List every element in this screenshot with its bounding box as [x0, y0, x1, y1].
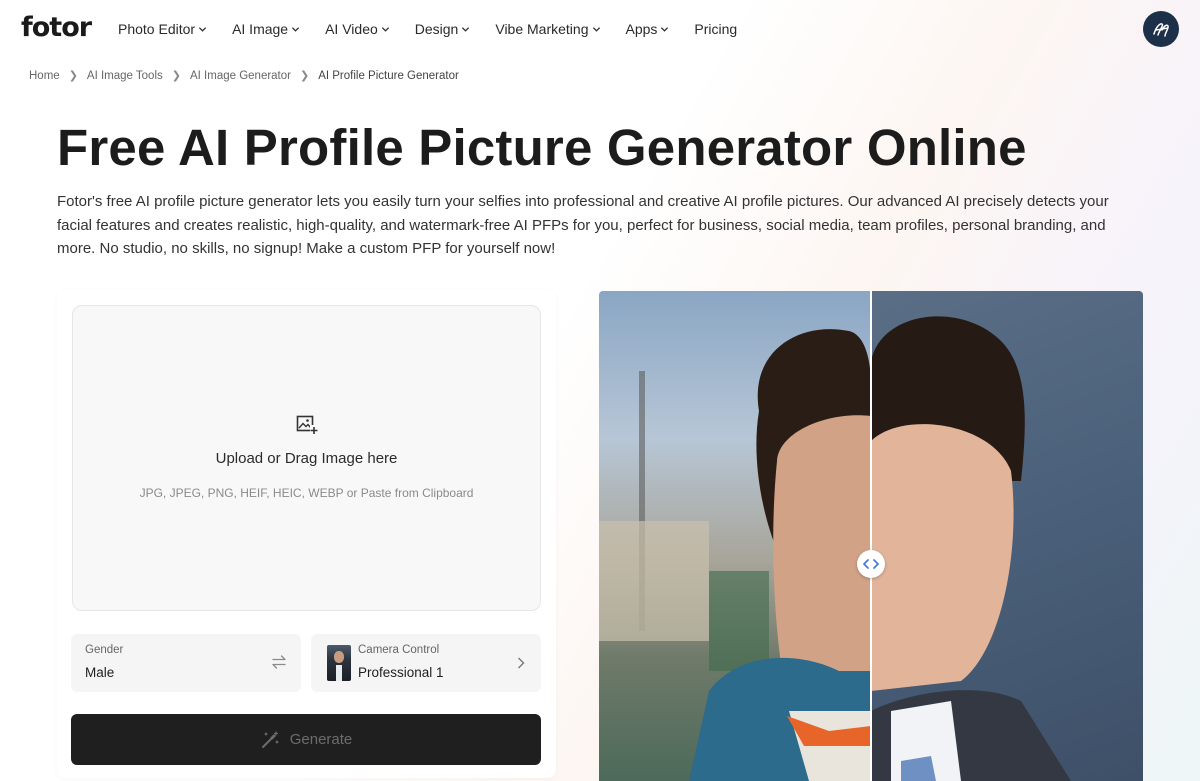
- nav-label: Pricing: [694, 21, 738, 37]
- page-title: Free AI Profile Picture Generator Online: [57, 119, 1027, 176]
- nav-label: Design: [414, 21, 459, 37]
- compare-slider-icon[interactable]: [857, 550, 885, 578]
- chevron-right-icon: ❯: [299, 70, 310, 82]
- nav-label: AI Image: [232, 21, 289, 37]
- breadcrumb-ai-image-generator[interactable]: AI Image Generator: [190, 70, 291, 82]
- after-image: [871, 291, 1143, 781]
- generate-label: Generate: [289, 731, 353, 748]
- nav-label: Apps: [625, 21, 658, 37]
- before-after-comparison[interactable]: [599, 291, 1143, 781]
- nav-label: Vibe Marketing: [495, 21, 589, 37]
- chevron-down-icon: [661, 26, 669, 32]
- gender-selector[interactable]: Gender Male: [71, 634, 301, 692]
- upload-title: Upload or Drag Image here: [215, 450, 398, 467]
- nav-ai-image[interactable]: AI Image: [232, 21, 300, 37]
- main-nav: Photo Editor AI Image AI Video Design Vi…: [118, 0, 762, 58]
- camera-style-thumbnail: [327, 645, 351, 681]
- generator-panel: Upload or Drag Image here JPG, JPEG, PNG…: [57, 290, 556, 778]
- camera-control-value: Professional 1: [358, 665, 444, 680]
- breadcrumb-current: AI Profile Picture Generator: [318, 69, 459, 82]
- top-header: fotor Photo Editor AI Image AI Video Des…: [0, 0, 1200, 58]
- comparison-divider: [870, 291, 872, 781]
- nav-design[interactable]: Design: [415, 21, 471, 37]
- swap-icon[interactable]: [271, 655, 287, 669]
- after-portrait: [871, 316, 1071, 781]
- nav-ai-video[interactable]: AI Video: [325, 21, 390, 37]
- nav-photo-editor[interactable]: Photo Editor: [118, 21, 207, 37]
- chevron-down-icon: [381, 26, 389, 32]
- avatar-glyph-icon: [1153, 23, 1169, 37]
- chevron-right-icon: ❯: [68, 70, 78, 82]
- magic-wand-icon: [261, 730, 279, 748]
- chevron-right-icon: [518, 657, 525, 669]
- left-right-arrows-icon: [863, 559, 879, 569]
- chevron-down-icon: [198, 26, 207, 32]
- chevron-right-icon: ❯: [171, 70, 181, 82]
- user-avatar-icon[interactable]: [1143, 11, 1179, 47]
- nav-label: Photo Editor: [118, 21, 196, 37]
- breadcrumb-ai-image-tools[interactable]: AI Image Tools: [87, 70, 163, 82]
- before-portrait: [599, 329, 871, 781]
- chevron-down-icon: [291, 26, 300, 32]
- breadcrumb-home[interactable]: Home: [29, 70, 60, 82]
- chevron-down-icon: [462, 26, 470, 32]
- nav-label: AI Video: [325, 21, 378, 37]
- nav-vibe-marketing[interactable]: Vibe Marketing: [495, 21, 600, 37]
- camera-control-label: Camera Control: [358, 644, 440, 656]
- page-description: Fotor's free AI profile picture generato…: [57, 193, 1109, 257]
- fotor-logo[interactable]: fotor: [21, 12, 92, 43]
- chevron-down-icon: [592, 26, 600, 32]
- before-image: [599, 291, 871, 781]
- generate-button[interactable]: Generate: [71, 714, 541, 765]
- nav-pricing[interactable]: Pricing: [694, 21, 737, 37]
- breadcrumb: Home ❯ AI Image Tools ❯ AI Image Generat…: [29, 69, 459, 83]
- upload-formats: JPG, JPEG, PNG, HEIF, HEIC, WEBP or Past…: [139, 486, 474, 500]
- image-add-icon: [296, 415, 318, 434]
- gender-value: Male: [85, 665, 115, 680]
- upload-dropzone[interactable]: Upload or Drag Image here JPG, JPEG, PNG…: [72, 305, 541, 611]
- nav-apps[interactable]: Apps: [626, 21, 670, 37]
- gender-label: Gender: [85, 644, 124, 656]
- camera-control-selector[interactable]: Camera Control Professional 1: [311, 634, 541, 692]
